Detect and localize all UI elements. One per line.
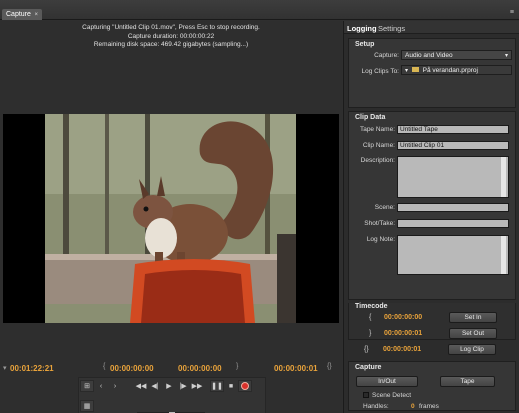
- toggle-icon[interactable]: ⊞: [80, 380, 94, 392]
- handles-value[interactable]: 0: [411, 403, 415, 410]
- tab-settings[interactable]: Settings: [378, 24, 405, 33]
- clip-name-label: Clip Name:: [362, 142, 395, 149]
- tab-logging[interactable]: Logging: [347, 24, 377, 33]
- clip-data-heading: Clip Data: [355, 114, 386, 121]
- description-field[interactable]: [397, 156, 509, 198]
- set-out-button[interactable]: Set Out: [449, 328, 497, 339]
- shot-take-field[interactable]: [397, 219, 509, 228]
- log-clip-button[interactable]: Log Clip: [448, 344, 496, 355]
- capture-monitor: Capturing "Untitled Clip 01.mov", Press …: [0, 21, 342, 413]
- log-clips-value: På verandan.prproj: [422, 67, 478, 74]
- set-in-button[interactable]: Set In: [449, 312, 497, 323]
- log-note-field[interactable]: [397, 235, 509, 275]
- shot-take-label: Shot/Take:: [364, 220, 395, 227]
- handles-unit: frames: [419, 403, 439, 410]
- step-back-icon[interactable]: ◀|: [148, 380, 162, 392]
- capture-status: Capturing "Untitled Clip 01.mov", Press …: [0, 24, 342, 50]
- capture-section: Capture In/Out Tape Scene Detect Handles…: [348, 361, 516, 411]
- timecode-section: Timecode { 00:00:00:00 Set In } 00:00:00…: [348, 303, 516, 340]
- stop-icon[interactable]: ■: [224, 380, 238, 392]
- in-point-icon: {: [369, 314, 372, 321]
- squirrel-image: [45, 114, 296, 323]
- play-icon[interactable]: ▶: [162, 380, 176, 392]
- handles-label: Handles:: [363, 403, 389, 410]
- close-icon[interactable]: ×: [34, 12, 38, 18]
- pause-icon[interactable]: ❚❚: [210, 380, 224, 392]
- scene-label: Scene:: [374, 204, 395, 211]
- duration-icon: {}: [327, 363, 332, 370]
- sequence-icon[interactable]: ▦: [80, 400, 94, 412]
- out-bracket-icon: }: [236, 363, 239, 370]
- panel-tabbar: Capture × ≡: [0, 0, 519, 20]
- tape-name-label: Tape Name:: [359, 126, 395, 133]
- go-to-out-icon[interactable]: ›: [108, 380, 122, 392]
- clip-data-section: Clip Data Tape Name: Untitled Tape Clip …: [348, 111, 516, 300]
- capture-select-value: Audio and Video: [405, 52, 453, 59]
- go-to-in-icon[interactable]: ‹: [94, 380, 108, 392]
- record-icon: [241, 382, 249, 390]
- timecode-in-value[interactable]: 00:00:00:00: [384, 314, 422, 321]
- step-forward-icon[interactable]: |▶: [176, 380, 190, 392]
- log-clips-label: Log Clips To:: [361, 68, 399, 75]
- setup-heading: Setup: [355, 41, 375, 48]
- chevron-down-icon: ▾: [504, 53, 508, 59]
- capture-select[interactable]: Audio and Video ▾: [401, 50, 512, 60]
- timecode-marker-icon: ▾: [3, 365, 7, 372]
- video-frame: [45, 114, 296, 323]
- capture-heading: Capture: [355, 364, 382, 371]
- right-tabbar: Logging Settings: [344, 21, 519, 34]
- capture-tape-button[interactable]: Tape: [440, 376, 495, 387]
- capture-in-out-button[interactable]: In/Out: [356, 376, 418, 387]
- log-clips-select[interactable]: ▾ På verandan.prproj: [401, 65, 512, 75]
- out-point-icon: }: [369, 330, 372, 337]
- record-button[interactable]: [238, 380, 252, 392]
- description-label: Description:: [360, 157, 395, 164]
- status-line-1: Capturing "Untitled Clip 01.mov", Press …: [82, 24, 260, 31]
- log-note-label: Log Note:: [366, 236, 395, 243]
- capture-label: Capture:: [374, 52, 399, 59]
- transport-row-1: ⊞ ‹ › ◀◀ ◀| ▶ |▶ ▶▶ ❚❚ ■: [80, 380, 252, 392]
- setup-section: Setup Capture: Audio and Video ▾ Log Cli…: [348, 38, 516, 108]
- logging-panel: Logging Settings Setup Capture: Audio an…: [343, 21, 519, 413]
- timecode-duration-value[interactable]: 00:00:00:01: [383, 346, 421, 353]
- in-bracket-icon: {: [103, 363, 106, 370]
- duration-timecode[interactable]: 00:00:00:01: [274, 364, 318, 373]
- scene-detect-label: Scene Detect: [372, 392, 412, 399]
- tape-name-field[interactable]: Untitled Tape: [397, 125, 509, 134]
- current-timecode[interactable]: 00:01:22:21: [10, 364, 54, 373]
- in-point-timecode[interactable]: 00:00:00:00: [110, 364, 154, 373]
- chevron-down-icon: ▾: [405, 68, 409, 74]
- rewind-icon[interactable]: ◀◀: [134, 380, 148, 392]
- scene-detect-checkbox[interactable]: [363, 392, 369, 398]
- status-line-3: Remaining disk space: 469.42 gigabytes (…: [93, 41, 249, 48]
- panel-menu-icon[interactable]: ≡: [510, 9, 514, 16]
- transport-row-2: ▦: [80, 400, 94, 412]
- timecode-heading: Timecode: [355, 303, 388, 310]
- folder-icon: [411, 67, 419, 72]
- status-line-2: Capture duration: 00:00:00:22: [127, 32, 215, 40]
- timecode-out-value[interactable]: 00:00:00:01: [384, 330, 422, 337]
- fast-forward-icon[interactable]: ▶▶: [190, 380, 204, 392]
- clip-name-field[interactable]: Untitled Clip 01: [397, 141, 509, 150]
- scene-field[interactable]: [397, 203, 509, 212]
- video-preview: [3, 114, 339, 323]
- duration-icon: {}: [364, 346, 369, 353]
- tab-capture[interactable]: Capture ×: [2, 9, 42, 20]
- tab-capture-label: Capture: [6, 11, 31, 18]
- out-point-timecode[interactable]: 00:00:00:00: [178, 364, 222, 373]
